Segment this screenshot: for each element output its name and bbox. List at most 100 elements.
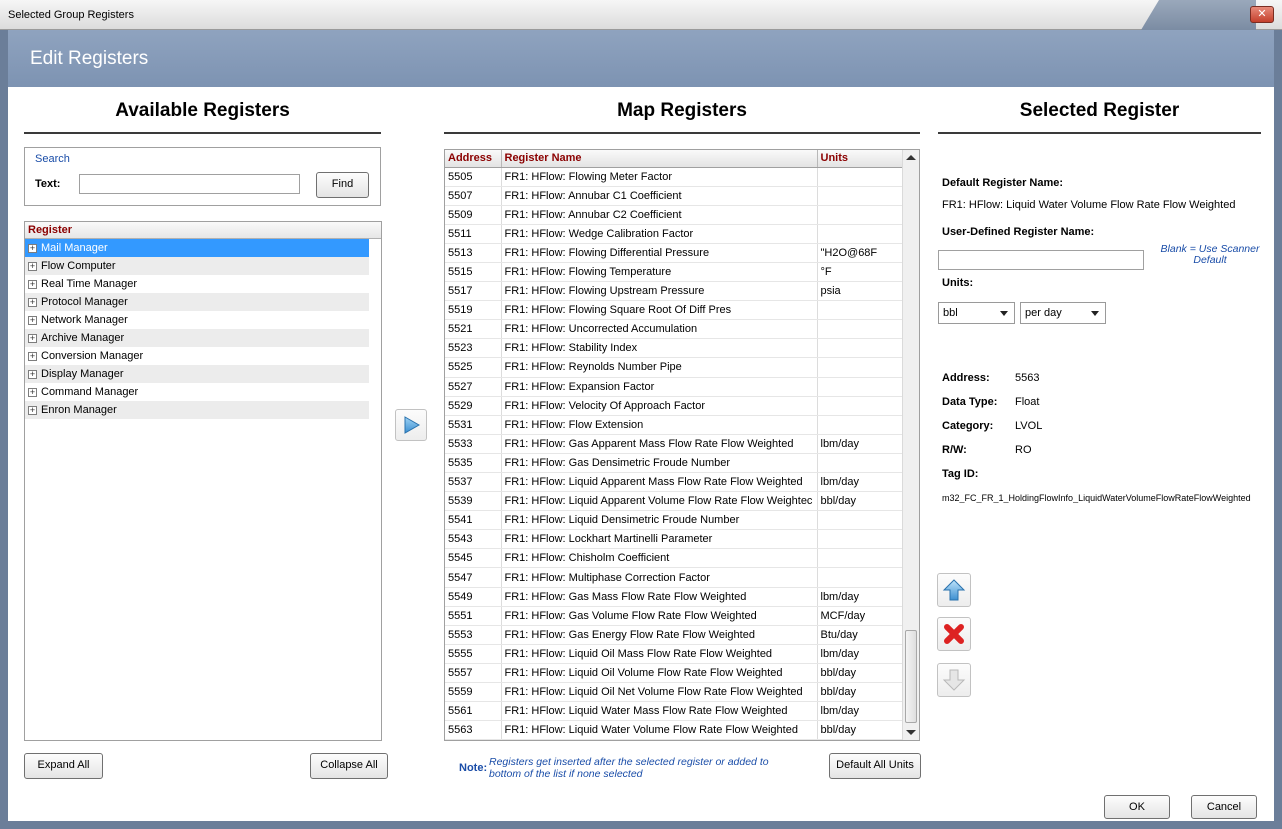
cell-units: bbl/day xyxy=(817,491,904,512)
tree-item[interactable]: + Network Manager xyxy=(25,311,369,329)
move-down-button[interactable] xyxy=(937,663,971,697)
expand-plus-icon[interactable]: + xyxy=(28,261,37,271)
cell-units: Btu/day xyxy=(817,625,904,645)
table-row[interactable]: 5535 FR1: HFlow: Gas Densimetric Froude N… xyxy=(445,453,904,474)
cell-register-name: FR1: HFlow: Chisholm Coefficient xyxy=(501,548,818,569)
tree-item[interactable]: + Enron Manager xyxy=(25,401,369,419)
table-row[interactable]: 5511 FR1: HFlow: Wedge Calibration Factor xyxy=(445,224,904,244)
vertical-scrollbar[interactable] xyxy=(902,150,919,740)
table-body: 5505 FR1: HFlow: Flowing Meter Factor 5507… xyxy=(445,167,904,740)
close-button[interactable]: ✕ xyxy=(1250,6,1274,23)
cell-units xyxy=(817,377,904,397)
table-row[interactable]: 5549 FR1: HFlow: Gas Mass Flow Rate Flow … xyxy=(445,587,904,607)
blank-default-hint: Blank = Use Scanner Default xyxy=(1160,243,1260,266)
table-row[interactable]: 5547 FR1: HFlow: Multiphase Correction Fa… xyxy=(445,567,904,588)
tree-item[interactable]: + Display Manager xyxy=(25,365,369,383)
cancel-button[interactable]: Cancel xyxy=(1191,795,1257,819)
unit-time-value: per day xyxy=(1025,307,1062,319)
table-row[interactable]: 5525 FR1: HFlow: Reynolds Number Pipe xyxy=(445,357,904,378)
map-registers-grid[interactable]: Address Register Name Units 5505 FR1: HFl… xyxy=(444,149,920,741)
tree-item[interactable]: + Archive Manager xyxy=(25,329,369,347)
table-row[interactable]: 5537 FR1: HFlow: Liquid Apparent Mass Flo… xyxy=(445,472,904,493)
expand-plus-icon[interactable]: + xyxy=(28,333,37,343)
expand-plus-icon[interactable]: + xyxy=(28,243,37,253)
tree-item[interactable]: + Conversion Manager xyxy=(25,347,369,365)
tree-item[interactable]: + Mail Manager xyxy=(25,239,369,257)
scroll-up-icon[interactable] xyxy=(906,155,916,160)
table-row[interactable]: 5559 FR1: HFlow: Liquid Oil Net Volume Fl… xyxy=(445,682,904,703)
table-row[interactable]: 5557 FR1: HFlow: Liquid Oil Volume Flow R… xyxy=(445,663,904,684)
table-row[interactable]: 5539 FR1: HFlow: Liquid Apparent Volume F… xyxy=(445,491,904,512)
table-row[interactable]: 5519 FR1: HFlow: Flowing Square Root Of D… xyxy=(445,300,904,321)
table-row[interactable]: 5563 FR1: HFlow: Liquid Water Volume Flow… xyxy=(445,720,904,740)
table-row[interactable]: 5561 FR1: HFlow: Liquid Water Mass Flow R… xyxy=(445,701,904,722)
tree-item[interactable]: + Command Manager xyxy=(25,383,369,401)
chevron-down-icon xyxy=(1091,311,1099,316)
column-header-register-name[interactable]: Register Name xyxy=(501,150,818,168)
table-row[interactable]: 5515 FR1: HFlow: Flowing Temperature °F xyxy=(445,262,904,283)
note-text: Registers get inserted after the selecte… xyxy=(489,756,769,780)
cell-units: lbm/day xyxy=(817,472,904,493)
tree-item[interactable]: + Flow Computer xyxy=(25,257,369,275)
search-input[interactable] xyxy=(79,174,300,194)
titlebar-decoration xyxy=(1141,0,1256,30)
expand-plus-icon[interactable]: + xyxy=(28,369,37,379)
cell-address: 5519 xyxy=(445,300,502,321)
move-up-button[interactable] xyxy=(937,573,971,607)
unit-volume-select[interactable]: bbl xyxy=(938,302,1015,324)
table-row[interactable]: 5521 FR1: HFlow: Uncorrected Accumulation xyxy=(445,319,904,340)
add-register-button[interactable] xyxy=(395,409,427,441)
table-row[interactable]: 5529 FR1: HFlow: Velocity Of Approach Fac… xyxy=(445,396,904,416)
expand-plus-icon[interactable]: + xyxy=(28,315,37,325)
find-button[interactable]: Find xyxy=(316,172,369,198)
expand-plus-icon[interactable]: + xyxy=(28,351,37,361)
map-registers-title: Map Registers xyxy=(617,100,747,121)
search-group: Search Text: Find xyxy=(24,147,381,206)
default-all-units-button[interactable]: Default All Units xyxy=(829,753,921,779)
table-row[interactable]: 5541 FR1: HFlow: Liquid Densimetric Froud… xyxy=(445,510,904,531)
scroll-down-icon[interactable] xyxy=(906,730,916,735)
tree-item[interactable]: + Protocol Manager xyxy=(25,293,369,311)
table-row[interactable]: 5513 FR1: HFlow: Flowing Differential Pre… xyxy=(445,243,904,263)
tree-item-label: Command Manager xyxy=(41,386,139,398)
user-defined-name-input[interactable] xyxy=(938,250,1144,270)
table-row[interactable]: 5533 FR1: HFlow: Gas Apparent Mass Flow R… xyxy=(445,434,904,454)
expand-plus-icon[interactable]: + xyxy=(28,279,37,289)
table-row[interactable]: 5555 FR1: HFlow: Liquid Oil Mass Flow Rat… xyxy=(445,644,904,664)
expand-plus-icon[interactable]: + xyxy=(28,297,37,307)
cell-register-name: FR1: HFlow: Flowing Square Root Of Diff … xyxy=(501,300,818,321)
register-tree[interactable]: Register + Mail Manager + Flow Computer + Rea… xyxy=(24,221,382,741)
ok-button[interactable]: OK xyxy=(1104,795,1170,819)
table-row[interactable]: 5545 FR1: HFlow: Chisholm Coefficient xyxy=(445,548,904,569)
cell-register-name: FR1: HFlow: Liquid Apparent Volume Flow … xyxy=(501,491,818,512)
table-row[interactable]: 5553 FR1: HFlow: Gas Energy Flow Rate Flo… xyxy=(445,625,904,645)
expand-plus-icon[interactable]: + xyxy=(28,405,37,415)
arrow-up-icon xyxy=(942,579,966,601)
table-row[interactable]: 5551 FR1: HFlow: Gas Volume Flow Rate Flo… xyxy=(445,606,904,626)
default-name-value: FR1: HFlow: Liquid Water Volume Flow Rat… xyxy=(942,199,1236,211)
cell-units xyxy=(817,224,904,244)
table-row[interactable]: 5509 FR1: HFlow: Annubar C2 Coefficient xyxy=(445,205,904,225)
table-row[interactable]: 5531 FR1: HFlow: Flow Extension xyxy=(445,415,904,435)
tag-id-label: Tag ID: xyxy=(942,468,979,480)
table-row[interactable]: 5523 FR1: HFlow: Stability Index xyxy=(445,338,904,359)
table-row[interactable]: 5517 FR1: HFlow: Flowing Upstream Pressur… xyxy=(445,281,904,302)
column-header-units[interactable]: Units xyxy=(817,150,904,168)
cell-address: 5521 xyxy=(445,319,502,340)
cell-units xyxy=(817,415,904,435)
expand-all-button[interactable]: Expand All xyxy=(24,753,103,779)
remove-register-button[interactable] xyxy=(937,617,971,651)
table-row[interactable]: 5543 FR1: HFlow: Lockhart Martinelli Para… xyxy=(445,529,904,550)
scroll-thumb[interactable] xyxy=(905,630,917,723)
cell-register-name: FR1: HFlow: Gas Mass Flow Rate Flow Weig… xyxy=(501,587,818,607)
cell-address: 5523 xyxy=(445,338,502,359)
column-header-address[interactable]: Address xyxy=(445,150,502,168)
tree-item[interactable]: + Real Time Manager xyxy=(25,275,369,293)
table-row[interactable]: 5527 FR1: HFlow: Expansion Factor xyxy=(445,377,904,397)
table-row[interactable]: 5507 FR1: HFlow: Annubar C1 Coefficient xyxy=(445,186,904,206)
table-row[interactable]: 5505 FR1: HFlow: Flowing Meter Factor xyxy=(445,167,904,187)
cell-units: lbm/day xyxy=(817,644,904,664)
collapse-all-button[interactable]: Collapse All xyxy=(310,753,388,779)
unit-time-select[interactable]: per day xyxy=(1020,302,1106,324)
expand-plus-icon[interactable]: + xyxy=(28,387,37,397)
